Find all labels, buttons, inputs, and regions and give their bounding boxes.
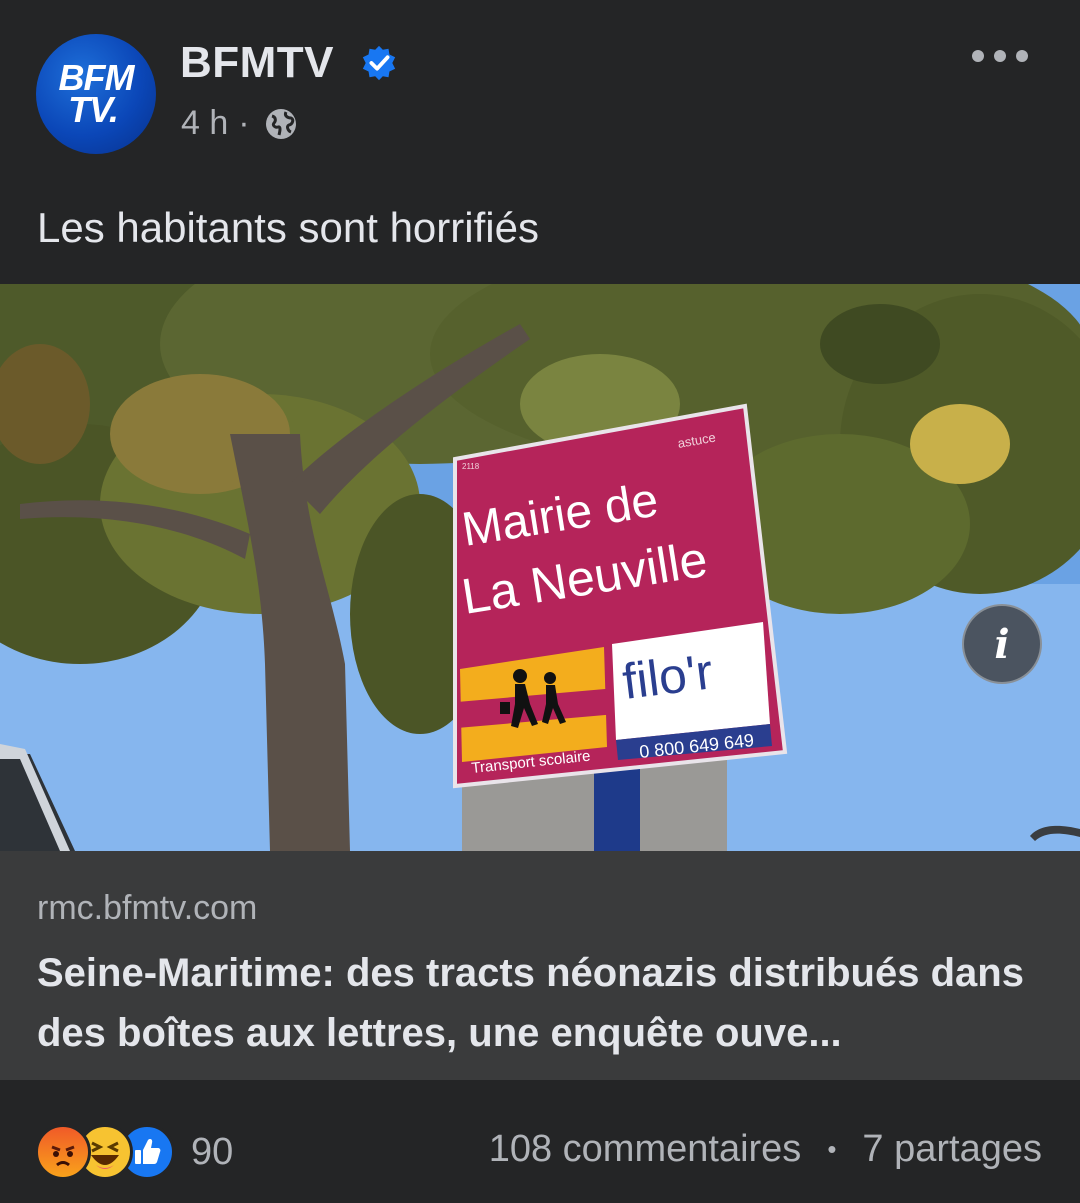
post-image[interactable]: 2118 astuce Mairie de La Neuville Transp… (0, 284, 1080, 851)
link-domain: rmc.bfmtv.com (37, 889, 258, 927)
more-options-icon[interactable] (972, 44, 1028, 68)
shares-count[interactable]: 7 partages (862, 1128, 1042, 1171)
more-dot (994, 50, 1006, 62)
info-icon[interactable]: i (962, 604, 1042, 684)
comments-count[interactable]: 108 commentaires (489, 1128, 802, 1171)
more-dot (1016, 50, 1028, 62)
globe-icon[interactable] (264, 107, 298, 141)
post-caption: Les habitants sont horrifiés (37, 204, 539, 251)
post-time[interactable]: 4 h (181, 104, 228, 143)
angry-reaction-icon (35, 1124, 91, 1180)
avatar-text-tv: TV. (68, 89, 119, 130)
meta-separator: · (238, 104, 250, 142)
page-name[interactable]: BFMTV (180, 38, 334, 88)
town-sign: 2118 astuce Mairie de La Neuville Transp… (453, 403, 788, 789)
page-avatar[interactable]: BFM TV. (36, 34, 156, 154)
reactions-summary[interactable]: 90 (35, 1124, 233, 1180)
engagement-stats: 108 commentaires • 7 partages (489, 1128, 1042, 1171)
stats-separator: • (827, 1134, 837, 1164)
reaction-count: 90 (191, 1130, 234, 1173)
sign-code: 2118 (462, 462, 480, 471)
more-dot (972, 50, 984, 62)
filor-label: filo'r (620, 643, 716, 710)
link-title: Seine-Maritime: des tracts néonazis dist… (37, 951, 1024, 1055)
link-preview[interactable]: rmc.bfmtv.com Seine-Maritime: des tracts… (0, 851, 1080, 1080)
verified-badge-icon (362, 45, 396, 81)
photo-illustration: 2118 astuce Mairie de La Neuville Transp… (0, 284, 1080, 851)
post-footer: 90 108 commentaires • 7 partages (0, 1080, 1080, 1203)
post-header: BFM TV. BFMTV 4 h · (0, 0, 1080, 180)
post-meta: 4 h · (181, 104, 298, 143)
